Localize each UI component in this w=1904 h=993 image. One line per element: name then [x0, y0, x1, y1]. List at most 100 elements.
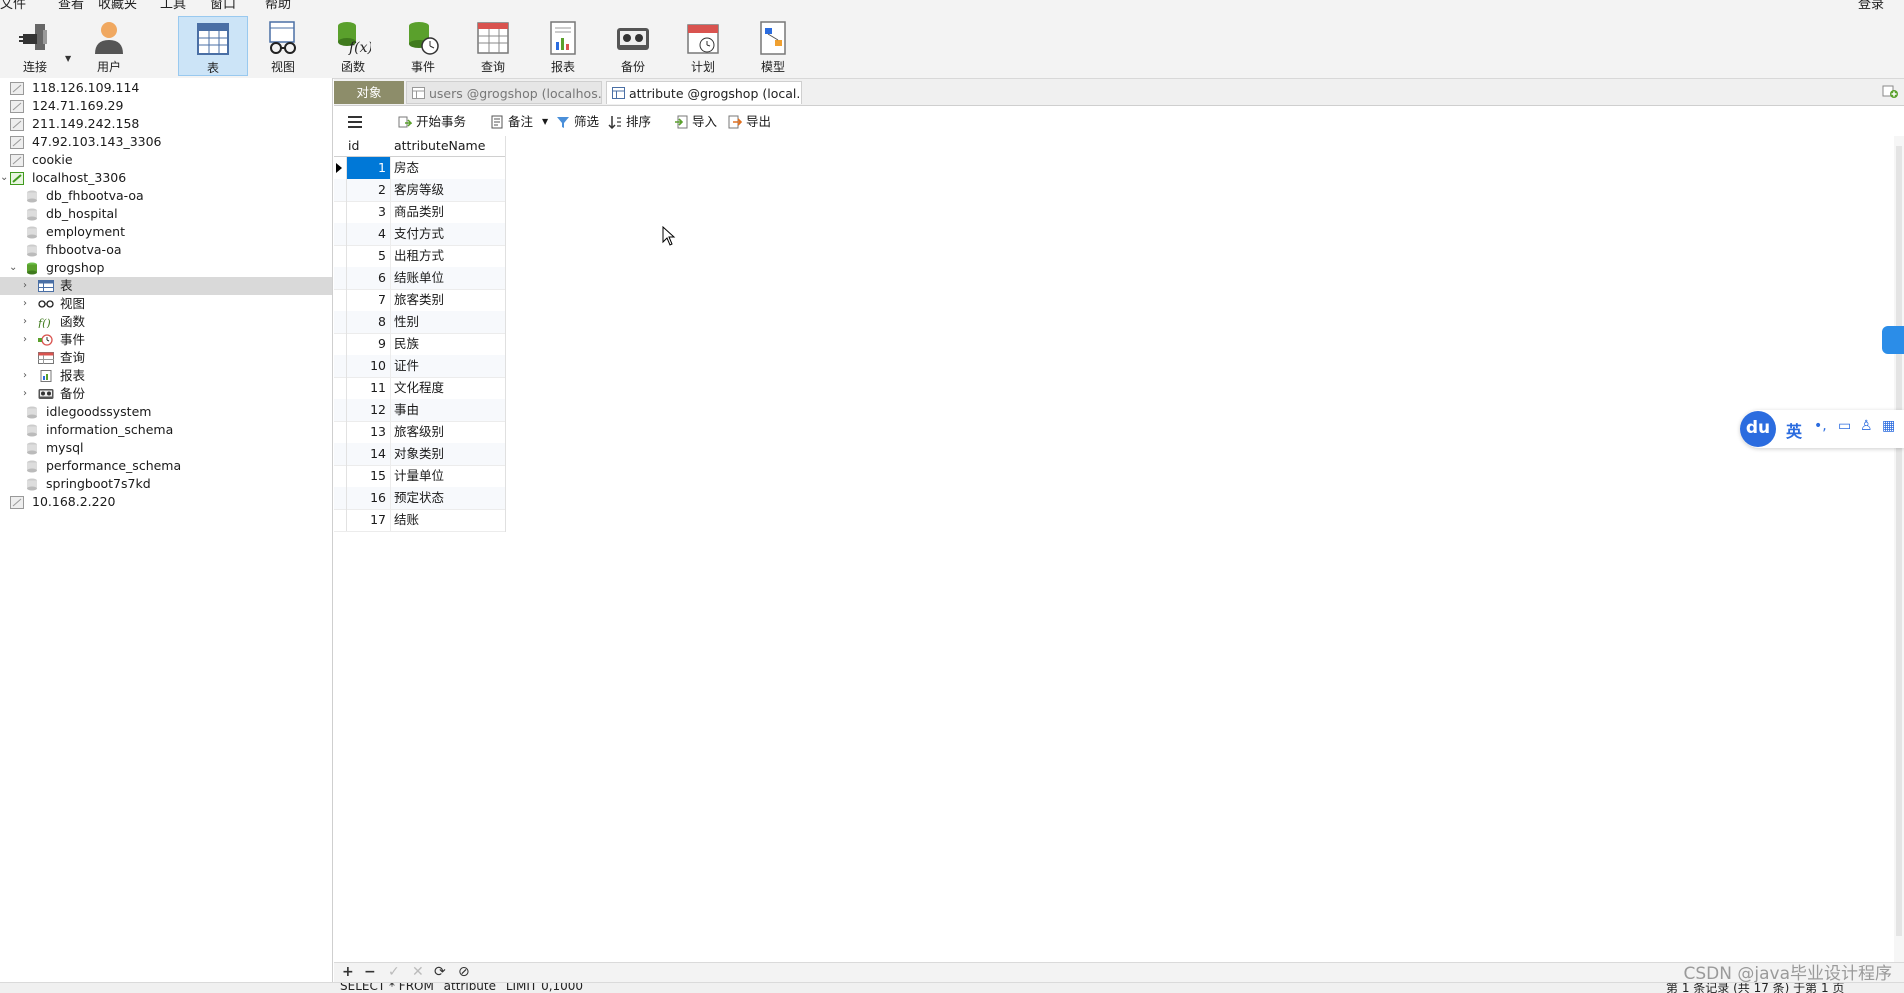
chevron-right-icon[interactable]: › — [23, 277, 27, 295]
cell-attributename[interactable]: 出租方式 — [394, 245, 444, 267]
cell-id[interactable]: 1 — [347, 157, 391, 179]
tree-database[interactable]: mysql — [0, 439, 332, 457]
begin-transaction-button[interactable]: 开始事务 — [398, 113, 478, 131]
cell-id[interactable]: 13 — [347, 421, 391, 443]
ime-toolbar[interactable]: du 英 •, ▭ ♙ ▦ — [1740, 410, 1904, 448]
table-row[interactable]: 11 文化程度 — [334, 377, 506, 400]
refresh-icon[interactable]: ⟳ — [434, 964, 446, 980]
row-selector[interactable] — [334, 201, 347, 223]
tree-node-functions[interactable]: › f() 函数 — [0, 313, 332, 331]
cell-id[interactable]: 15 — [347, 465, 391, 487]
chevron-right-icon[interactable]: › — [23, 367, 27, 385]
user-icon[interactable]: ♙ — [1860, 418, 1873, 434]
cell-attributename[interactable]: 对象类别 — [394, 443, 444, 465]
cell-id[interactable]: 3 — [347, 201, 391, 223]
delete-record-icon[interactable]: − — [364, 964, 376, 980]
cell-id[interactable]: 14 — [347, 443, 391, 465]
chevron-down-icon[interactable]: ⌄ — [9, 259, 17, 277]
event-button[interactable]: 事件 — [388, 16, 458, 76]
chevron-down-icon[interactable]: ▼ — [542, 113, 548, 131]
cell-attributename[interactable]: 结账单位 — [394, 267, 444, 289]
view-button[interactable]: 视图 — [248, 16, 318, 76]
tab-objects[interactable]: 对象 — [334, 81, 404, 104]
chevron-right-icon[interactable]: › — [23, 313, 27, 331]
tree-node-tables[interactable]: › 表 — [0, 277, 332, 295]
row-selector[interactable] — [334, 267, 347, 289]
tree-connection[interactable]: 118.126.109.114 — [0, 79, 332, 97]
cell-id[interactable]: 7 — [347, 289, 391, 311]
chevron-right-icon[interactable]: › — [23, 331, 27, 349]
cell-attributename[interactable]: 结账 — [394, 509, 419, 531]
report-button[interactable]: 报表 — [528, 16, 598, 76]
cell-id[interactable]: 16 — [347, 487, 391, 509]
row-selector[interactable] — [334, 421, 347, 443]
row-selector[interactable] — [334, 157, 347, 179]
row-selector[interactable] — [334, 399, 347, 421]
table-row[interactable]: 14 对象类别 — [334, 443, 506, 466]
tree-connection[interactable]: 211.149.242.158 — [0, 115, 332, 133]
scrollbar-thumb[interactable] — [1896, 146, 1902, 936]
row-selector[interactable] — [334, 333, 347, 355]
tree-node-queries[interactable]: 查询 — [0, 349, 332, 367]
cell-id[interactable]: 8 — [347, 311, 391, 333]
chevron-right-icon[interactable]: › — [23, 295, 27, 313]
table-row[interactable]: 15 计量单位 — [334, 465, 506, 488]
tree-database[interactable]: springboot7s7kd — [0, 475, 332, 493]
new-tab-icon[interactable] — [1882, 83, 1898, 99]
row-selector[interactable] — [334, 443, 347, 465]
row-selector[interactable] — [334, 289, 347, 311]
model-button[interactable]: 模型 — [738, 16, 808, 76]
cell-id[interactable]: 17 — [347, 509, 391, 531]
cell-attributename[interactable]: 房态 — [394, 157, 419, 179]
row-selector[interactable] — [334, 245, 347, 267]
tree-connection[interactable]: 47.92.103.143_3306 — [0, 133, 332, 151]
sort-button[interactable]: 排序 — [608, 113, 654, 131]
cell-attributename[interactable]: 预定状态 — [394, 487, 444, 509]
tree-node-reports[interactable]: › 报表 — [0, 367, 332, 385]
chevron-right-icon[interactable]: › — [23, 385, 27, 403]
table-row[interactable]: 5 出租方式 — [334, 245, 506, 268]
cell-attributename[interactable]: 民族 — [394, 333, 419, 355]
export-button[interactable]: 导出 — [728, 113, 774, 131]
cell-id[interactable]: 2 — [347, 179, 391, 201]
menu-help[interactable]: 帮助 — [265, 0, 291, 10]
tab-users[interactable]: users @grogshop (localhos... — [406, 81, 602, 104]
tree-database[interactable]: db_hospital — [0, 205, 332, 223]
menu-window[interactable]: 窗口 — [210, 0, 236, 10]
cell-attributename[interactable]: 支付方式 — [394, 223, 444, 245]
baidu-ime-icon[interactable]: du — [1740, 411, 1776, 447]
hamburger-menu-icon[interactable] — [348, 116, 362, 128]
cell-id[interactable]: 9 — [347, 333, 391, 355]
table-row[interactable]: 1 房态 — [334, 157, 506, 180]
grid-menu-icon[interactable]: ▦ — [1882, 418, 1895, 434]
function-button[interactable]: f(x) 函数 — [318, 16, 388, 76]
cell-attributename[interactable]: 客房等级 — [394, 179, 444, 201]
cell-id[interactable]: 10 — [347, 355, 391, 377]
table-row[interactable]: 4 支付方式 — [334, 223, 506, 246]
tree-database[interactable]: performance_schema — [0, 457, 332, 475]
tree-node-events[interactable]: › 事件 — [0, 331, 332, 349]
connect-button[interactable]: 连接 ▼ — [0, 16, 71, 76]
schedule-button[interactable]: 计划 — [668, 16, 738, 76]
punctuation-icon[interactable]: •, — [1814, 418, 1827, 434]
row-selector[interactable] — [334, 465, 347, 487]
column-header-attributename[interactable]: attributeName — [394, 136, 485, 156]
cell-attributename[interactable]: 旅客级别 — [394, 421, 444, 443]
tree-database[interactable]: information_schema — [0, 421, 332, 439]
query-button[interactable]: 查询 — [458, 16, 528, 76]
note-button[interactable]: 备注 ▼ — [490, 113, 552, 131]
backup-button[interactable]: 备份 — [598, 16, 668, 76]
vertical-scrollbar[interactable] — [1894, 136, 1904, 962]
table-row[interactable]: 8 性别 — [334, 311, 506, 334]
cell-id[interactable]: 6 — [347, 267, 391, 289]
table-row[interactable]: 3 商品类别 — [334, 201, 506, 224]
chevron-down-icon[interactable]: ⌄ — [0, 169, 8, 187]
tree-database[interactable]: employment — [0, 223, 332, 241]
floating-tool-icon[interactable] — [1882, 326, 1904, 354]
import-button[interactable]: 导入 — [674, 113, 720, 131]
cell-attributename[interactable]: 文化程度 — [394, 377, 444, 399]
table-row[interactable]: 9 民族 — [334, 333, 506, 356]
discard-x-icon[interactable]: ✕ — [412, 964, 424, 980]
column-header-id[interactable]: id — [348, 136, 359, 156]
table-row[interactable]: 7 旅客类别 — [334, 289, 506, 312]
